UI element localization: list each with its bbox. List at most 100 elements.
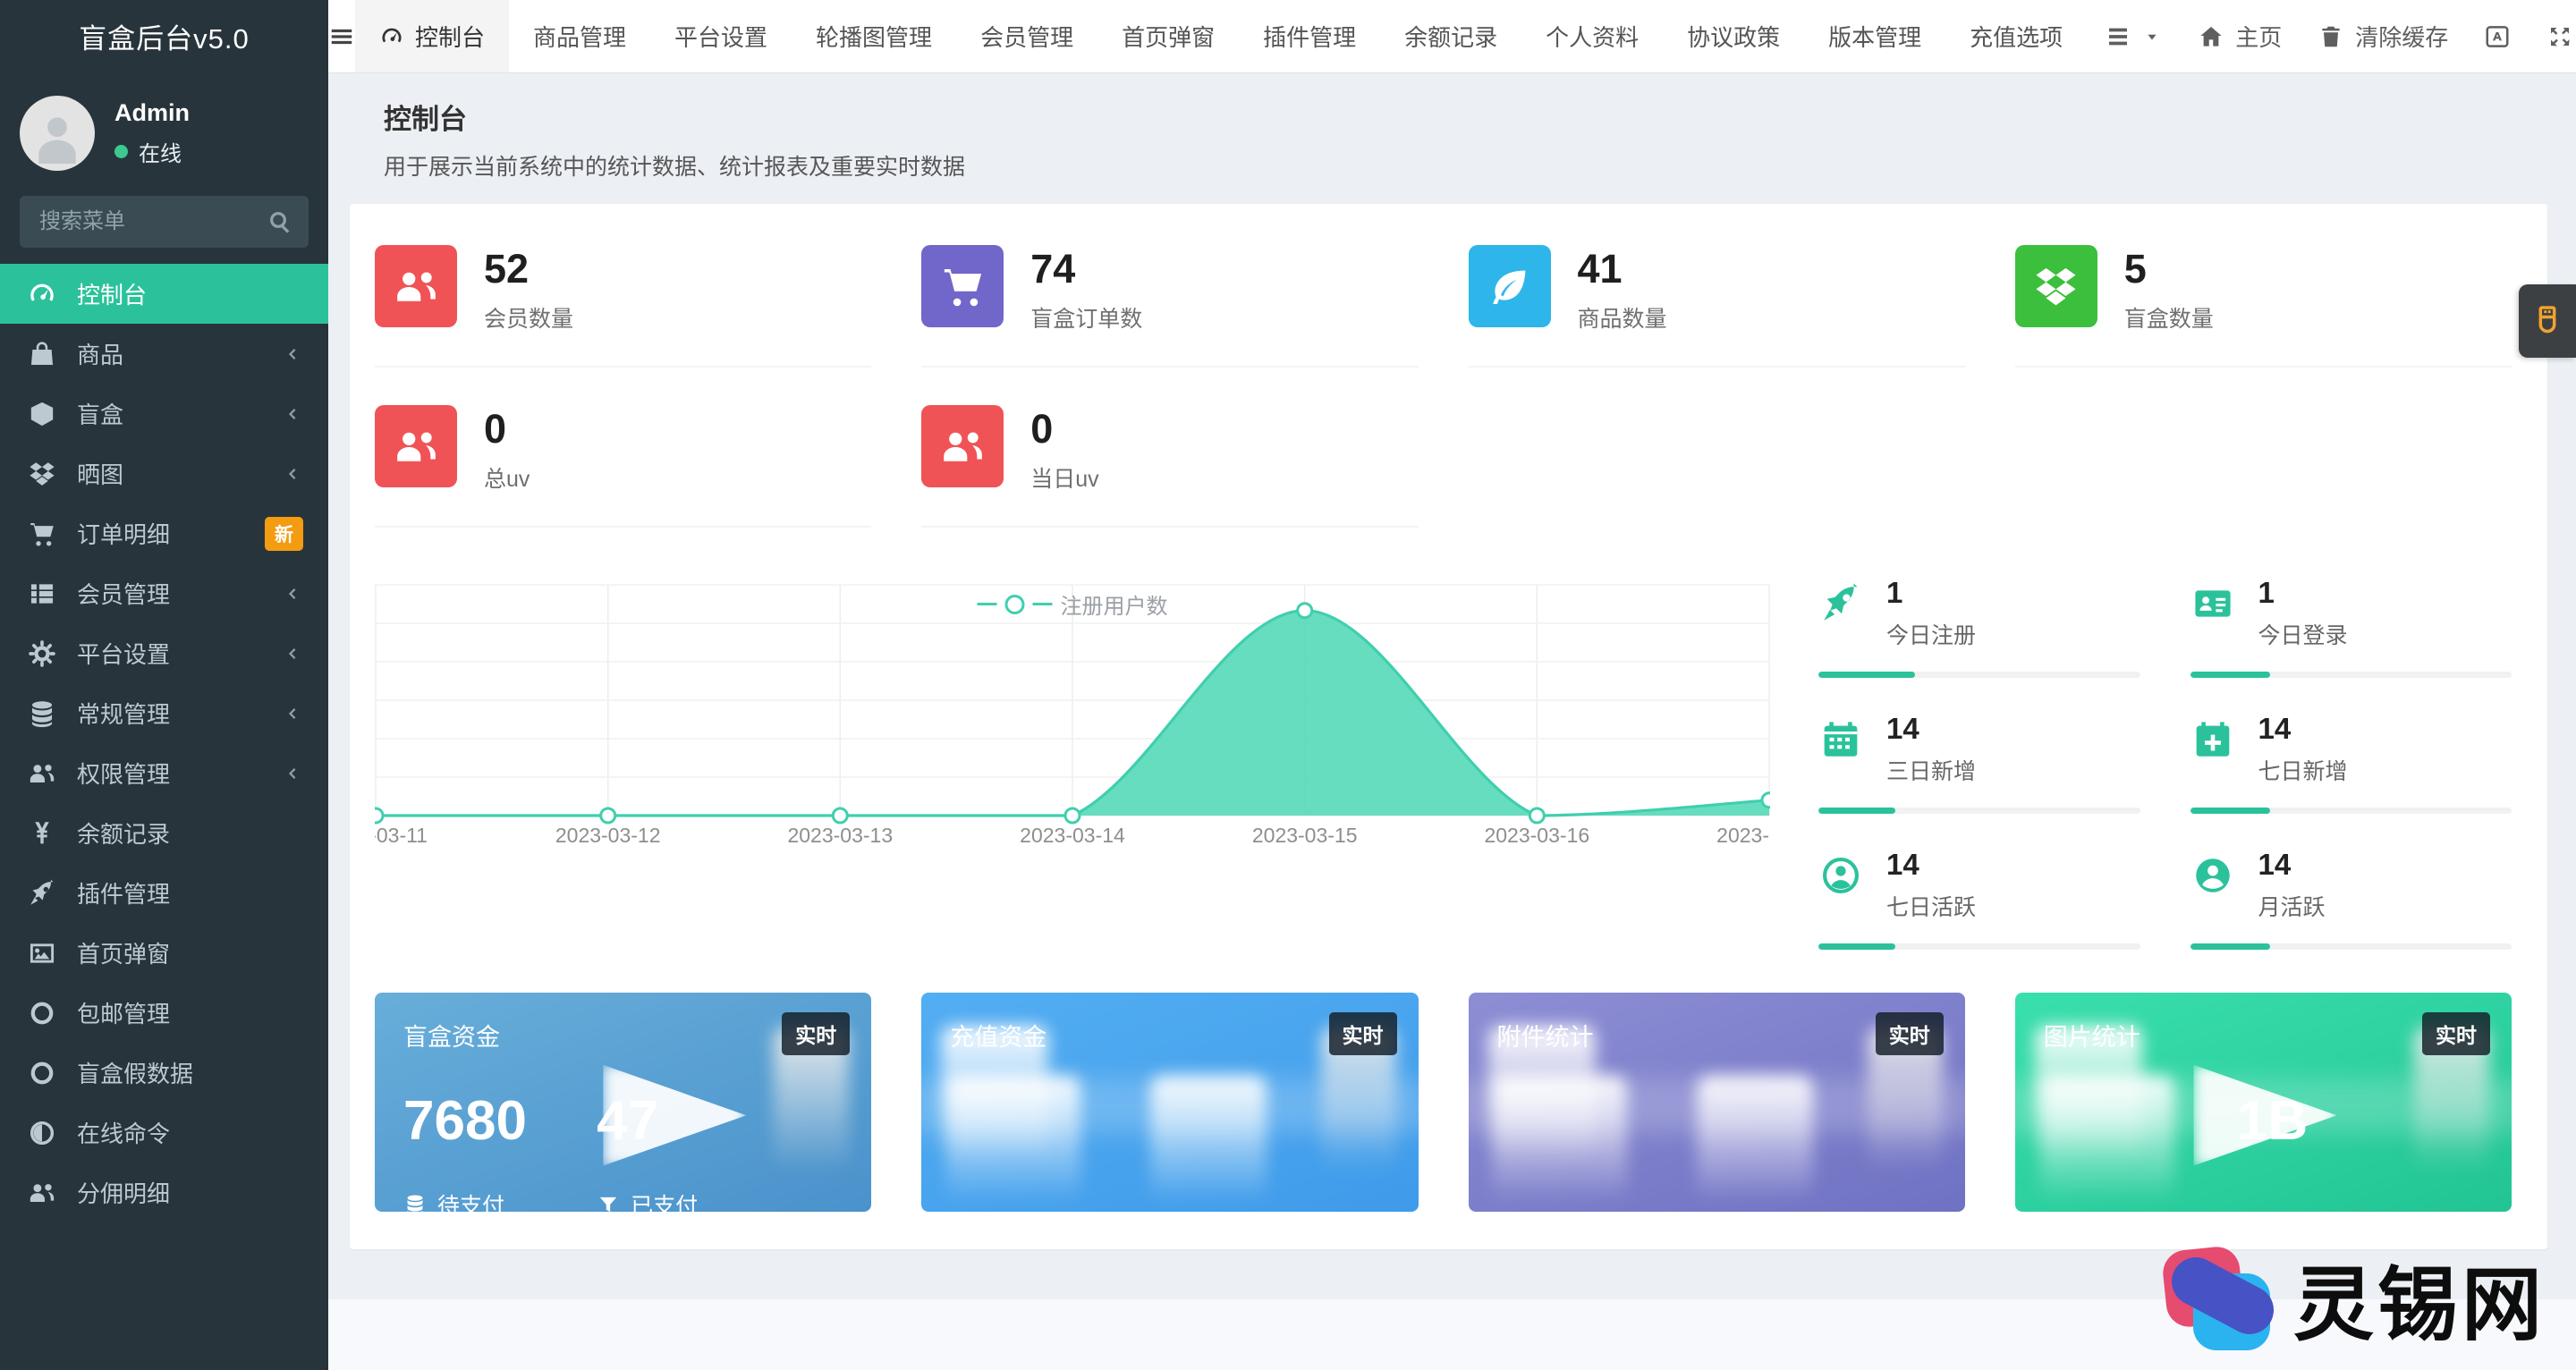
sidebar-item-晒图[interactable]: 晒图 (0, 444, 328, 503)
navbar-tab-版本管理[interactable]: 版本管理 (1804, 0, 1945, 72)
leaf-icon (1485, 262, 1534, 311)
navbar-tab-个人资料[interactable]: 个人资料 (1521, 0, 1663, 72)
chevron-left-icon (280, 702, 303, 725)
navbar-tab-控制台[interactable]: 控制台 (355, 0, 509, 72)
stat-value: 74 (1030, 249, 1142, 289)
sidebar-item-label: 盲盒 (77, 397, 123, 430)
navbar-tab-label: 控制台 (415, 20, 485, 53)
money-card-title: 充值资金 (950, 1018, 1389, 1053)
sidebar-item-首页弹窗[interactable]: 首页弹窗 (0, 923, 328, 983)
mini-stat-label: 今日登录 (2258, 618, 2348, 650)
mini-stat-value: 1 (1886, 578, 1976, 607)
navbar-tab-轮播图管理[interactable]: 轮播图管理 (792, 0, 956, 72)
stat-value: 41 (1578, 249, 1667, 289)
navbar-tab-label: 商品管理 (533, 20, 626, 53)
user-panel: Admin 在线 (0, 72, 328, 189)
money-card-value: 7680 (403, 1094, 597, 1149)
sidebar-item-包邮管理[interactable]: 包邮管理 (0, 983, 328, 1043)
list-icon (27, 579, 57, 609)
sidebar-item-控制台[interactable]: 控制台 (0, 264, 328, 324)
sidebar-item-分佣明细[interactable]: 分佣明细 (0, 1163, 328, 1222)
idcard-icon (2190, 581, 2235, 626)
svg-text:2023-03-12: 2023-03-12 (555, 824, 661, 847)
trash-icon (2318, 23, 2344, 50)
user-status: 在线 (114, 136, 190, 167)
users-icon (27, 1178, 57, 1208)
navbar-tab-平台设置[interactable]: 平台设置 (650, 0, 792, 72)
sidebar-item-插件管理[interactable]: 插件管理 (0, 863, 328, 923)
circle-icon (27, 1058, 57, 1088)
navbar-tab-首页弹窗[interactable]: 首页弹窗 (1097, 0, 1239, 72)
users-icon (392, 262, 441, 311)
home-icon (2198, 23, 2224, 50)
svg-text:2023-03-14: 2023-03-14 (1020, 824, 1125, 847)
stat-card-总uv: 0 总uv (375, 405, 871, 528)
home-button[interactable]: 主页 (2180, 0, 2300, 72)
mini-stat-progressbar (2190, 808, 2512, 814)
list-menu-icon (2105, 23, 2131, 50)
clear-cache-button[interactable]: 清除缓存 (2300, 0, 2466, 72)
svg-text:2023-03-17: 2023-03-17 (1716, 824, 1770, 847)
money-card-图片统计: 图片统计 实时 1B (2015, 993, 2512, 1212)
money-cards-row: 盲盒资金 实时 7680 47 待支付 已支付 充值资金 实时 附件统计 实时 (375, 993, 2512, 1212)
sidebar-item-订单明细[interactable]: 订单明细 新 (0, 503, 328, 563)
stat-cards-grid: 52 会员数量 74 盲盒订单数 41 商品数量 5 盲盒数量 0 总uv 0 … (375, 245, 2512, 565)
sidebar-item-常规管理[interactable]: 常规管理 (0, 683, 328, 743)
avatar (20, 96, 95, 171)
fullscreen-button[interactable] (2529, 0, 2576, 72)
mini-stat-value: 14 (2258, 850, 2326, 879)
yen-icon (27, 818, 57, 849)
search-icon (266, 207, 294, 236)
watermark-logo-icon (2163, 1241, 2275, 1354)
registered-users-chart: 2023-03-11 2023-03-12 2023-03-13 2023-03-14… (375, 571, 1770, 950)
stat-label: 当日uv (1030, 461, 1098, 494)
mini-stat-今日登录: 1 今日登录 (2190, 578, 2512, 678)
stat-icon (375, 405, 457, 487)
sidebar-item-权限管理[interactable]: 权限管理 (0, 743, 328, 803)
navbar-tab-商品管理[interactable]: 商品管理 (509, 0, 650, 72)
navbar-tab-会员管理[interactable]: 会员管理 (956, 0, 1097, 72)
sidebar-search (20, 196, 309, 248)
navbar-tab-插件管理[interactable]: 插件管理 (1239, 0, 1380, 72)
chevron-left-icon (280, 402, 303, 426)
navbar-tab-label: 版本管理 (1828, 20, 1921, 53)
page-header: 控制台 用于展示当前系统中的统计数据、统计报表及重要实时数据 (328, 72, 2576, 204)
sidebar-toggle-button[interactable] (328, 0, 355, 72)
sidebar-item-label: 在线命令 (77, 1116, 170, 1149)
chart-legend: 注册用户数 (978, 588, 1168, 620)
navbar-tab-充值选项[interactable]: 充值选项 (1945, 0, 2087, 72)
sidebar-item-盲盒[interactable]: 盲盒 (0, 384, 328, 444)
app-title: 盲盒后台v5.0 (79, 16, 250, 56)
watermark: 灵锡网 (2163, 1239, 2546, 1356)
sidebar-item-平台设置[interactable]: 平台设置 (0, 623, 328, 683)
circle-icon (27, 998, 57, 1028)
page-title: 控制台 (384, 97, 2546, 137)
svg-text:2023-03-11: 2023-03-11 (375, 824, 428, 847)
floating-plugin-tab[interactable] (2519, 284, 2576, 358)
money-card-title: 图片统计 (2044, 1018, 2483, 1053)
bag-icon (27, 339, 57, 369)
sidebar-item-label: 晒图 (77, 457, 123, 490)
dashboard-panel: 52 会员数量 74 盲盒订单数 41 商品数量 5 盲盒数量 0 总uv 0 … (350, 204, 2547, 1249)
sidebar-item-在线命令[interactable]: 在线命令 (0, 1103, 328, 1163)
stat-icon (921, 245, 1004, 327)
stat-value: 5 (2124, 249, 2214, 289)
sidebar-item-盲盒假数据[interactable]: 盲盒假数据 (0, 1043, 328, 1103)
svg-text:2023-03-13: 2023-03-13 (787, 824, 893, 847)
sidebar-item-商品[interactable]: 商品 (0, 324, 328, 384)
adjust-icon (27, 1118, 57, 1148)
sidebar-item-label: 商品 (77, 337, 123, 370)
sidebar-item-余额记录[interactable]: 余额记录 (0, 803, 328, 863)
mini-stats-grid: 1 今日注册 1 今日登录 14 三日新增 14 七日新增 14 七日活跃 (1818, 571, 2512, 950)
navbar-tab-label: 平台设置 (674, 20, 767, 53)
sidebar-item-会员管理[interactable]: 会员管理 (0, 563, 328, 623)
stat-card-当日uv: 0 当日uv (921, 405, 1418, 528)
chevron-left-icon (280, 762, 303, 785)
sidebar-item-label: 平台设置 (77, 637, 170, 670)
navbar-tab-余额记录[interactable]: 余额记录 (1380, 0, 1521, 72)
tabs-menu-button[interactable] (2087, 0, 2180, 72)
stat-label: 会员数量 (484, 301, 573, 334)
language-button[interactable] (2466, 0, 2529, 72)
navbar-tab-协议政策[interactable]: 协议政策 (1663, 0, 1804, 72)
app-logo: 盲盒后台v5.0 (0, 0, 328, 72)
